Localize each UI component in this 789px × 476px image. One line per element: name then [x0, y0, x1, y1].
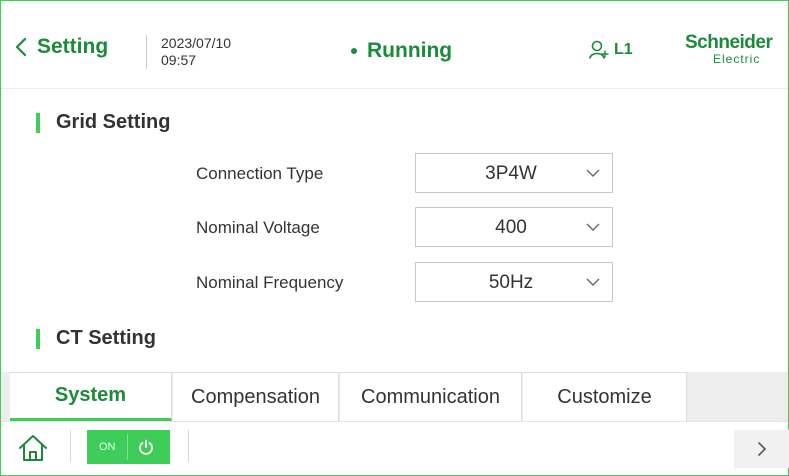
tab-communication[interactable]: Communication [340, 372, 522, 421]
section-accent-bar [36, 112, 40, 133]
logo-line2: Electric [713, 52, 761, 66]
bottom-bar: ON [1, 421, 789, 475]
nominal-frequency-value: 50Hz [488, 272, 534, 293]
back-button[interactable]: Setting [15, 35, 108, 59]
toggle-knob [127, 434, 163, 460]
ct-setting-title-text: CT Setting [56, 327, 156, 349]
connection-type-value: 3P4W [485, 163, 537, 184]
time-text: 09:57 [161, 52, 197, 68]
header-divider [146, 35, 147, 69]
power-toggle[interactable]: ON [87, 430, 170, 464]
status-text: Running [367, 39, 453, 62]
chevron-down-icon [586, 223, 600, 231]
nominal-voltage-select[interactable]: 400 [415, 207, 613, 247]
schneider-logo: Schneider Electric [685, 33, 789, 69]
chevron-down-icon [586, 169, 600, 177]
nominal-voltage-label: Nominal Voltage [196, 218, 320, 237]
chevron-left-icon [15, 37, 27, 57]
logo-line1: Schneider [685, 32, 773, 53]
grid-setting-title: Grid Setting [36, 111, 170, 134]
section-accent-bar [36, 328, 40, 349]
connection-type-select[interactable]: 3P4W [415, 153, 613, 193]
user-level-button[interactable]: L1 [588, 39, 633, 61]
tab-customize[interactable]: Customize [523, 372, 687, 421]
back-label: Setting [37, 35, 109, 58]
power-icon [138, 439, 153, 455]
bottom-divider [70, 430, 71, 462]
home-button[interactable] [17, 434, 49, 467]
ct-setting-title: CT Setting [36, 327, 156, 350]
user-icon [589, 40, 609, 59]
next-button[interactable] [734, 430, 789, 468]
header: Setting 2023/07/10 09:57 Running L1 Schn… [1, 1, 788, 89]
nominal-voltage-value: 400 [495, 217, 527, 238]
datetime: 2023/07/10 09:57 [161, 35, 231, 69]
connection-type-label: Connection Type [196, 164, 324, 183]
chevron-right-icon [757, 442, 766, 456]
home-icon [19, 435, 47, 461]
bottom-divider [188, 430, 189, 462]
nominal-frequency-label: Nominal Frequency [196, 273, 344, 292]
nominal-frequency-select[interactable]: 50Hz [415, 262, 613, 302]
toggle-on-label: ON [99, 441, 116, 453]
status-indicator: Running [351, 39, 452, 63]
status-dot-icon [351, 48, 357, 54]
tab-compensation[interactable]: Compensation [173, 372, 339, 421]
tab-system[interactable]: System [10, 372, 172, 421]
date-text: 2023/07/10 [161, 35, 232, 51]
tab-bar: System Compensation Communication Custom… [1, 372, 788, 421]
user-level-text: L1 [614, 41, 633, 58]
grid-setting-title-text: Grid Setting [56, 111, 171, 133]
chevron-down-icon [586, 278, 600, 286]
